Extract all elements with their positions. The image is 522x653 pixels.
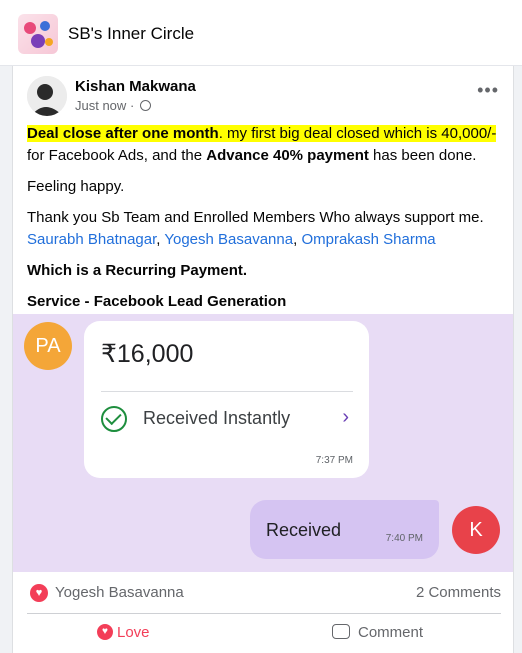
post-feeling: Feeling happy.	[27, 178, 125, 195]
comment-icon	[332, 624, 350, 639]
post-body: Deal close after one month. my first big…	[27, 123, 507, 322]
love-button[interactable]: Love	[97, 624, 150, 641]
love-label: Love	[117, 624, 150, 641]
post-paragraph-deal: Deal close after one month. my first big…	[27, 123, 507, 167]
post-recurring: Which is a Recurring Payment.	[27, 262, 248, 279]
mention-link[interactable]: Saurabh Bhatnagar	[27, 231, 156, 248]
payment-status: Received Instantly	[143, 408, 291, 428]
post-line2-bold: Advance 40% payment	[206, 147, 369, 164]
author-name[interactable]: Kishan Makwana	[75, 78, 196, 95]
reactions-bar: Yogesh Basavanna 2 Comments	[27, 572, 501, 614]
post-service: Service - Facebook Lead Generation	[27, 293, 287, 310]
post-thanks: Thank you Sb Team and Enrolled Members W…	[27, 209, 484, 226]
audience-icon[interactable]	[139, 100, 151, 111]
profile-photo-icon	[27, 76, 67, 116]
check-circle-icon	[101, 406, 127, 432]
group-header: SB's Inner Circle	[0, 0, 522, 66]
post-paragraph-thanks: Thank you Sb Team and Enrolled Members W…	[27, 209, 484, 248]
mention-link[interactable]: Omprakash Sharma	[301, 231, 435, 248]
post-line2a: for Facebook Ads, and the	[27, 147, 207, 164]
reply-bubble: Received 7:40 PM	[250, 500, 439, 559]
group-title[interactable]: SB's Inner Circle	[68, 24, 194, 44]
reply-time: 7:40 PM	[385, 533, 423, 544]
meta-separator: ·	[129, 98, 135, 113]
sender-avatar: PA	[24, 322, 72, 370]
post-photo[interactable]: PA ₹16,000 Received Instantly › 7:37 PM …	[13, 314, 513, 572]
comments-count[interactable]: 2 Comments	[416, 584, 501, 601]
action-bar: Love Comment	[27, 614, 501, 653]
chevron-right-icon: ›	[342, 406, 349, 428]
post-meta: Just now ·	[75, 98, 151, 113]
group-avatar[interactable]	[18, 14, 58, 54]
post-time[interactable]: Just now	[75, 98, 126, 113]
comment-button[interactable]: Comment	[332, 624, 424, 641]
card-divider	[101, 391, 353, 392]
receiver-avatar: K	[452, 506, 500, 554]
more-options-icon[interactable]: •••	[477, 80, 499, 101]
post-card: Kishan Makwana Just now · ••• Deal close…	[12, 66, 514, 653]
post-line1: . my first big deal closed which is 40,0…	[218, 125, 497, 142]
reply-text: Received	[266, 520, 342, 540]
post-headline: Deal close after one month	[27, 125, 219, 142]
mention-link[interactable]: Yogesh Basavanna	[164, 231, 293, 248]
post-line2b: has been done.	[368, 147, 477, 164]
author-avatar[interactable]	[27, 76, 67, 116]
heart-icon	[97, 624, 113, 640]
message-time: 7:37 PM	[315, 455, 353, 466]
love-reaction-icon[interactable]	[30, 584, 48, 602]
comment-label: Comment	[358, 624, 424, 641]
payment-amount: ₹16,000	[101, 340, 194, 368]
reactor-name[interactable]: Yogesh Basavanna	[55, 584, 184, 601]
group-logo-icon	[24, 21, 53, 48]
payment-card: ₹16,000 Received Instantly › 7:37 PM	[84, 321, 369, 478]
